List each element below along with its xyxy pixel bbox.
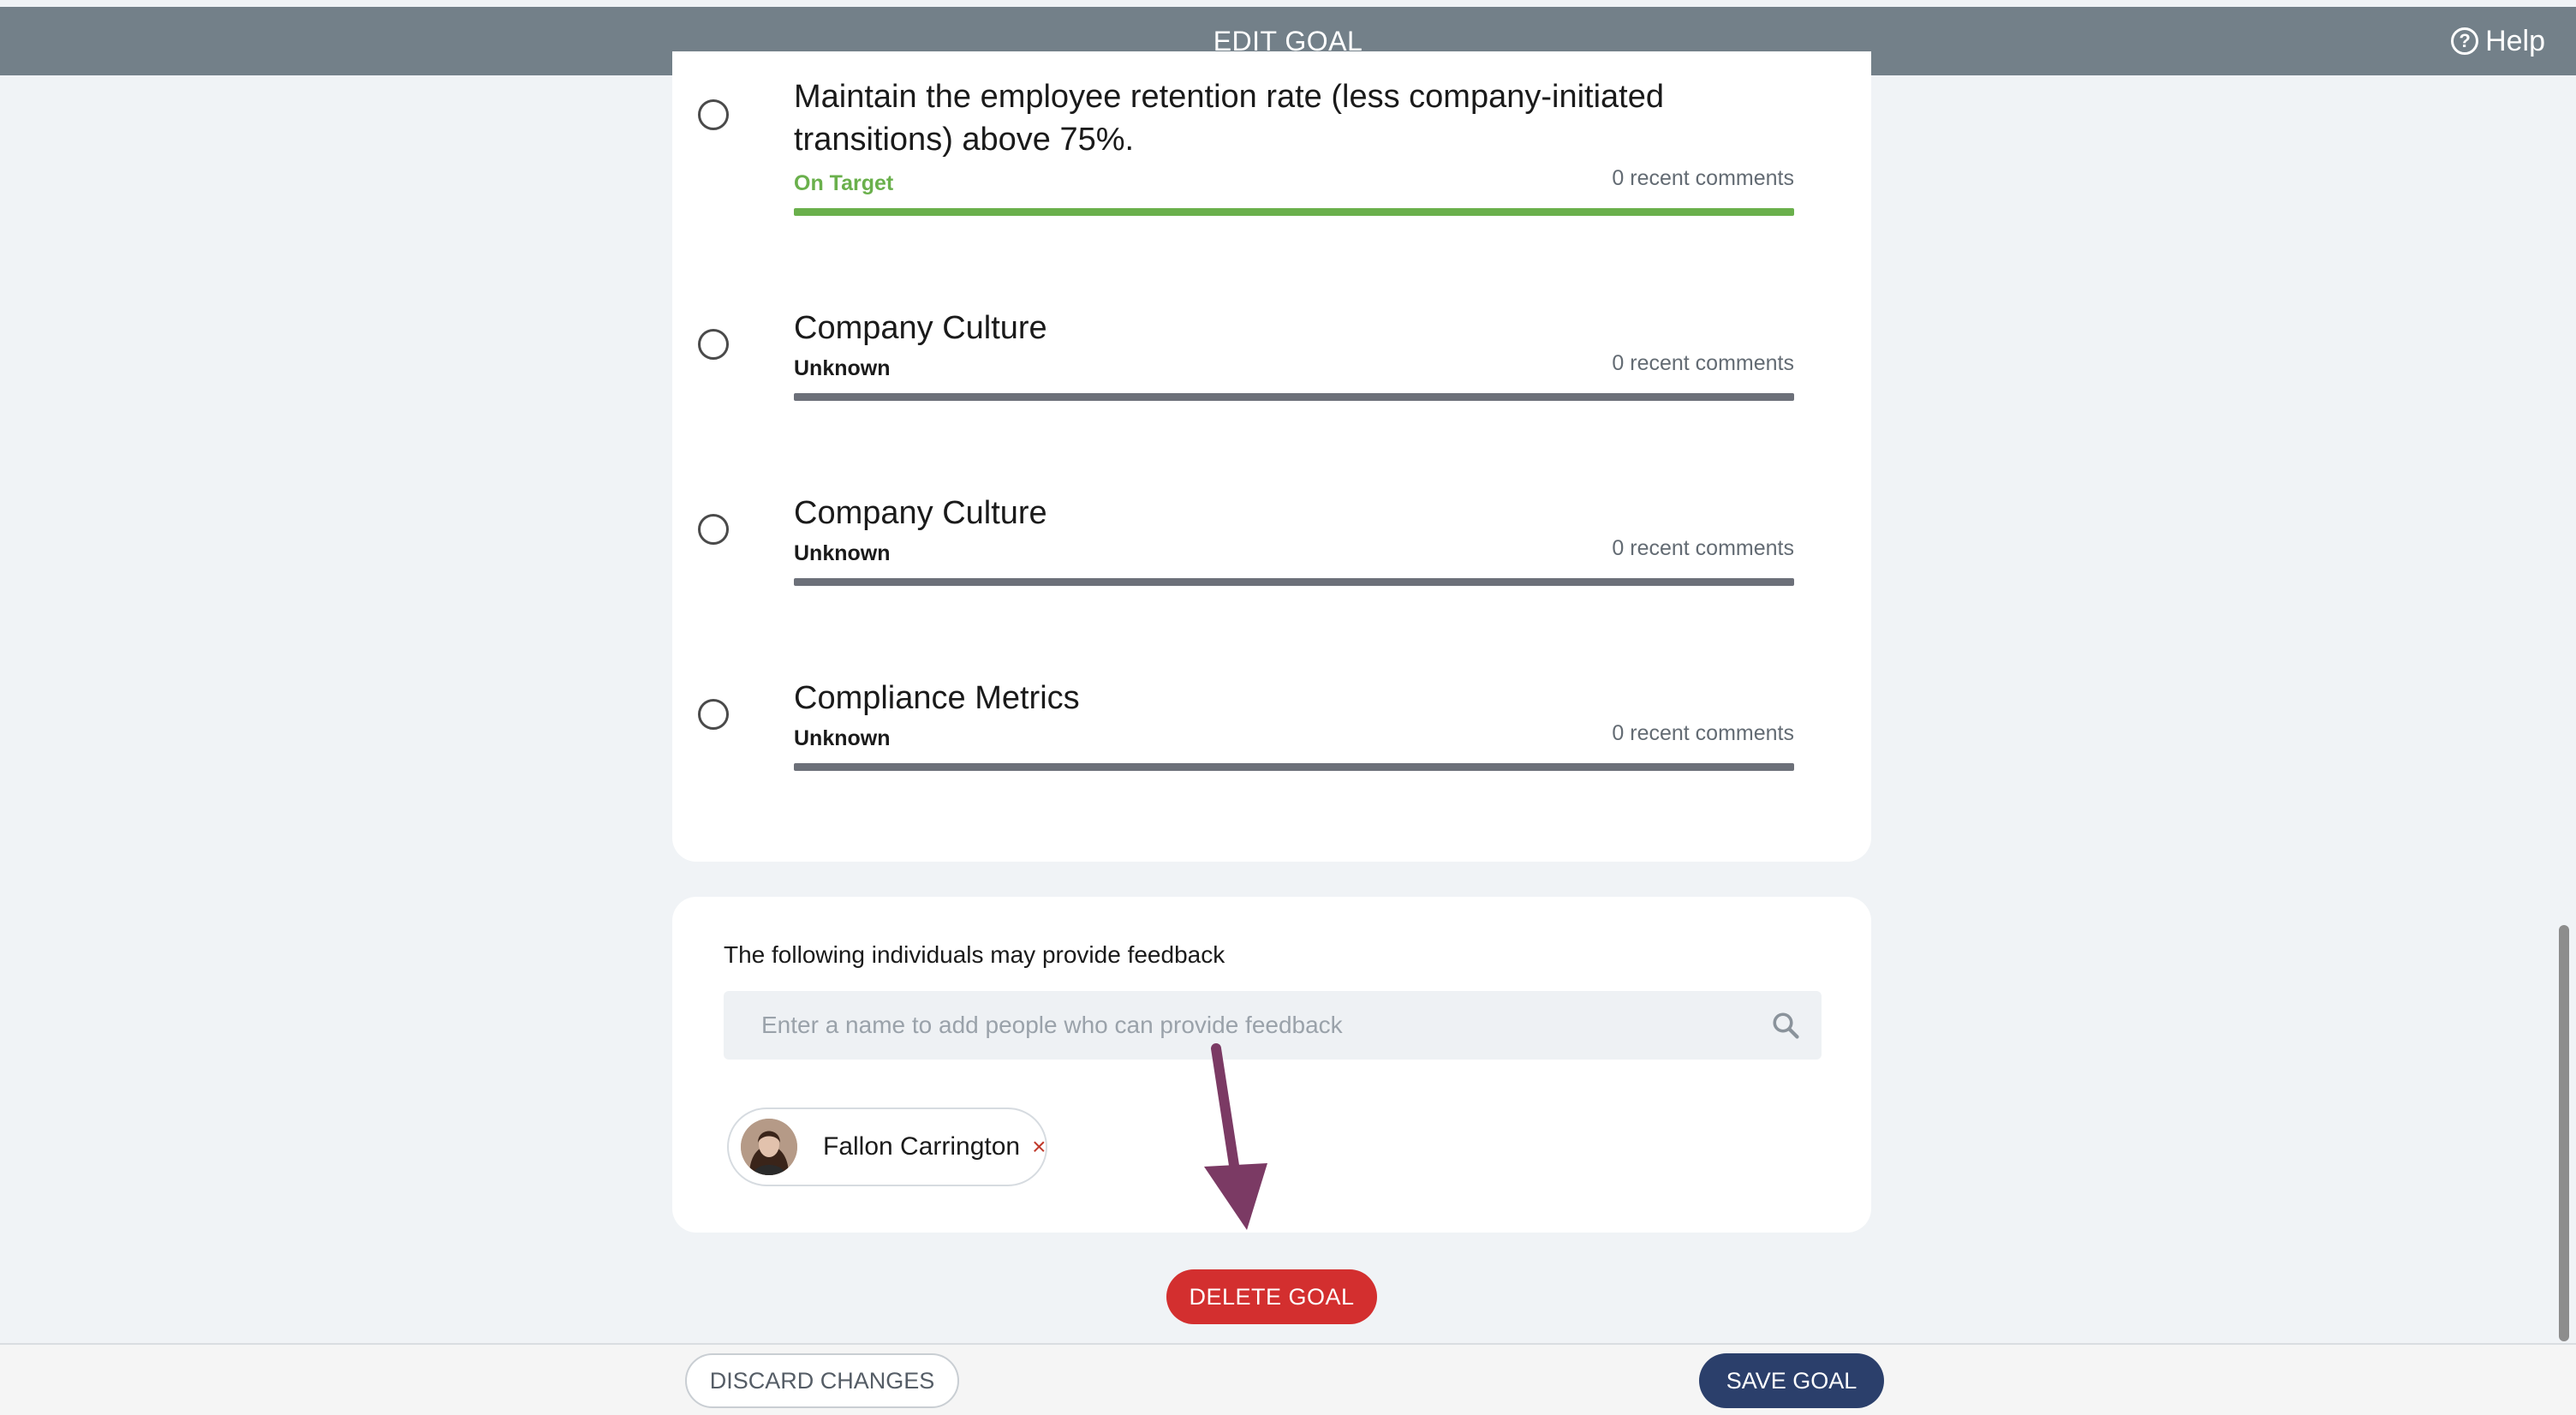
goal-status: Unknown xyxy=(794,356,891,380)
bottom-action-bar: DISCARD CHANGES SAVE GOAL xyxy=(0,1343,2576,1415)
search-icon[interactable] xyxy=(1770,1010,1801,1041)
goal-status: Unknown xyxy=(794,726,891,750)
goal-progress-bar xyxy=(794,763,1794,771)
goal-progress-bar xyxy=(794,208,1794,216)
help-circle-icon: ? xyxy=(2451,27,2479,55)
goal-comments[interactable]: 0 recent comments xyxy=(1612,166,1794,191)
goal-progress-bar xyxy=(794,578,1794,586)
goals-list-card: Maintain the employee retention rate (le… xyxy=(672,51,1871,862)
delete-goal-button[interactable]: DELETE GOAL xyxy=(1166,1269,1377,1324)
goal-comments[interactable]: 0 recent comments xyxy=(1612,721,1794,746)
goal-radio[interactable] xyxy=(698,329,729,360)
feedback-person-chip: Fallon Carrington × xyxy=(727,1108,1047,1186)
goal-progress-bar xyxy=(794,393,1794,401)
goal-title: Compliance Metrics xyxy=(794,680,1080,716)
scrollbar-thumb[interactable] xyxy=(2559,925,2569,1341)
goal-comments[interactable]: 0 recent comments xyxy=(1612,351,1794,376)
goal-title: Maintain the employee retention rate (le… xyxy=(794,79,1664,158)
goal-comments[interactable]: 0 recent comments xyxy=(1612,536,1794,561)
avatar-portrait-icon xyxy=(741,1119,797,1175)
goal-status: Unknown xyxy=(794,541,891,565)
goal-title: Company Culture xyxy=(794,495,1047,531)
edit-goal-page: EDIT GOAL ? Help Maintain the employee r… xyxy=(0,0,2576,1415)
help-label: Help xyxy=(2485,24,2545,57)
avatar xyxy=(741,1119,797,1175)
remove-person-icon[interactable]: × xyxy=(1032,1135,1046,1159)
help-link[interactable]: ? Help xyxy=(2451,7,2545,75)
goal-status: On Target xyxy=(794,171,894,195)
goal-radio[interactable] xyxy=(698,514,729,545)
feedback-label: The following individuals may provide fe… xyxy=(724,941,1225,968)
goal-radio[interactable] xyxy=(698,699,729,730)
discard-changes-button[interactable]: DISCARD CHANGES xyxy=(685,1353,959,1408)
person-name: Fallon Carrington xyxy=(823,1132,1021,1161)
annotation-arrow-icon xyxy=(1204,1043,1267,1230)
save-goal-button[interactable]: SAVE GOAL xyxy=(1699,1353,1884,1408)
goal-radio[interactable] xyxy=(698,99,729,130)
goal-title: Company Culture xyxy=(794,310,1047,346)
